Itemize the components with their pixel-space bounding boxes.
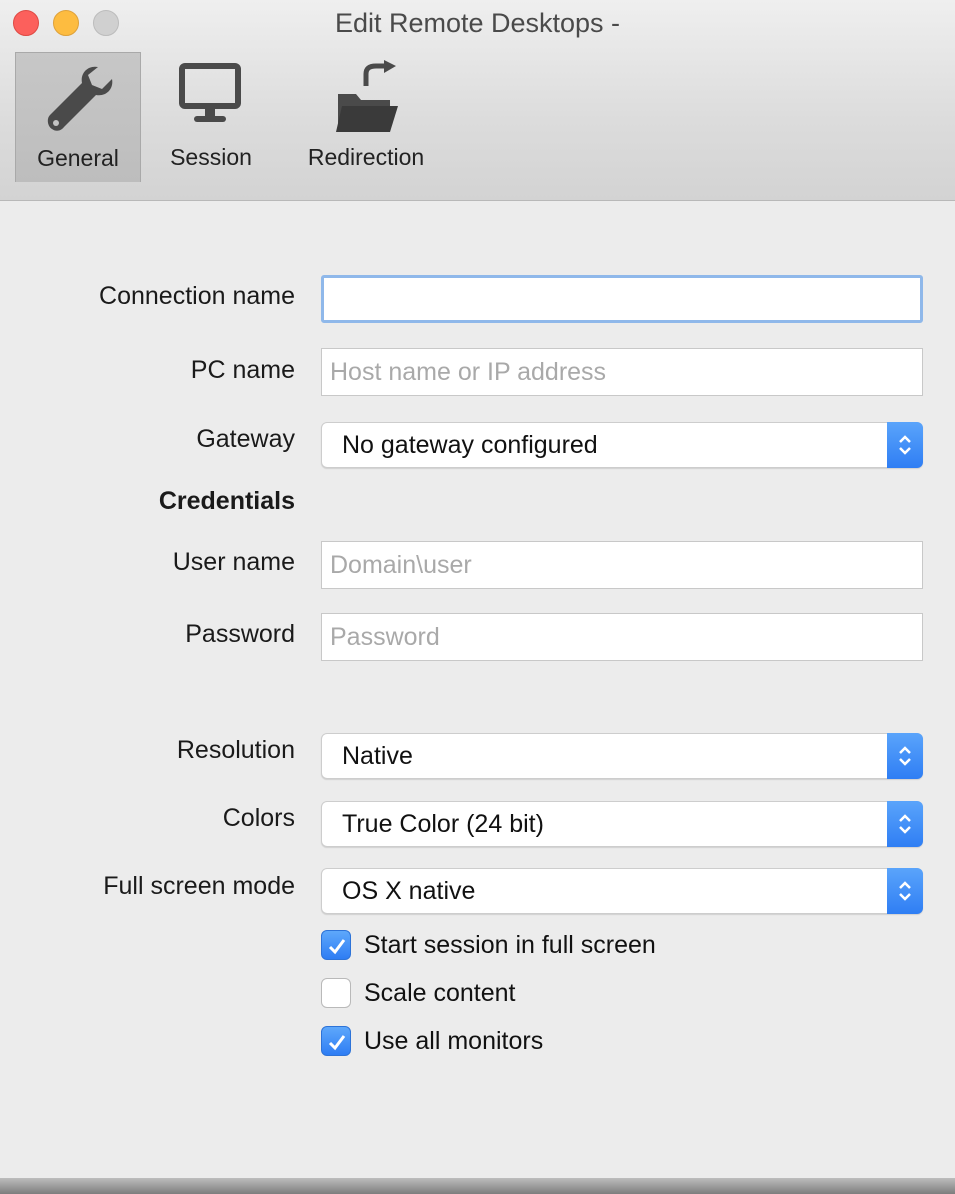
full-screen-mode-chevron-updown-icon [887,868,923,914]
password-label: Password [185,620,295,648]
tab-redirection[interactable]: Redirection [281,52,451,182]
resolution-label: Resolution [176,736,295,764]
gateway-label: Gateway [196,425,295,453]
checkbox-unchecked-icon[interactable] [321,978,351,1008]
start-fullscreen-label: Start session in full screen [364,930,656,959]
checkbox-checked-icon[interactable] [321,930,351,960]
preferences-toolbar: General Session Redirection [15,52,451,182]
tab-session-label: Session [170,144,252,170]
connection-name-label: Connection name [99,282,295,310]
wrench-icon [47,66,113,131]
pc-name-label: PC name [190,356,295,384]
connection-name-input[interactable] [321,275,923,323]
gateway-select[interactable]: No gateway configured [321,422,923,468]
tab-general[interactable]: General [15,52,141,182]
resolution-chevron-updown-icon [887,733,923,779]
monitor-icon [179,63,241,122]
use-all-monitors-label: Use all monitors [364,1026,544,1055]
tab-session[interactable]: Session [141,52,281,182]
resolution-selected-value: Native [342,742,413,770]
user-name-input[interactable] [321,541,923,589]
full-screen-mode-label: Full screen mode [103,872,295,900]
user-name-label: User name [172,548,295,576]
password-input[interactable] [321,613,923,661]
colors-label: Colors [222,804,295,832]
scale-content-label: Scale content [364,978,516,1007]
edit-remote-desktops-window: Edit Remote Desktops - General Session R… [0,0,955,1194]
folder-redirect-icon [336,60,398,132]
colors-select[interactable]: True Color (24 bit) [321,801,923,847]
window-title: Edit Remote Desktops - [334,8,621,38]
scale-content-checkbox[interactable]: Scale content [321,978,516,1008]
credentials-heading: Credentials [158,487,295,515]
gateway-selected-value: No gateway configured [342,431,598,459]
checkbox-checked-icon[interactable] [321,1026,351,1056]
gateway-chevron-updown-icon [887,422,923,468]
colors-selected-value: True Color (24 bit) [342,810,544,838]
start-fullscreen-checkbox[interactable]: Start session in full screen [321,930,656,960]
use-all-monitors-checkbox[interactable]: Use all monitors [321,1026,543,1056]
tab-redirection-label: Redirection [307,144,425,170]
pc-name-input[interactable] [321,348,923,396]
tab-general-label: General [37,145,119,171]
titlebar-toolbar: Edit Remote Desktops - General Session R… [0,0,955,201]
window-bottom-edge [0,1178,955,1194]
full-screen-mode-selected-value: OS X native [342,877,476,905]
full-screen-mode-select[interactable]: OS X native [321,868,923,914]
colors-chevron-updown-icon [887,801,923,847]
resolution-select[interactable]: Native [321,733,923,779]
